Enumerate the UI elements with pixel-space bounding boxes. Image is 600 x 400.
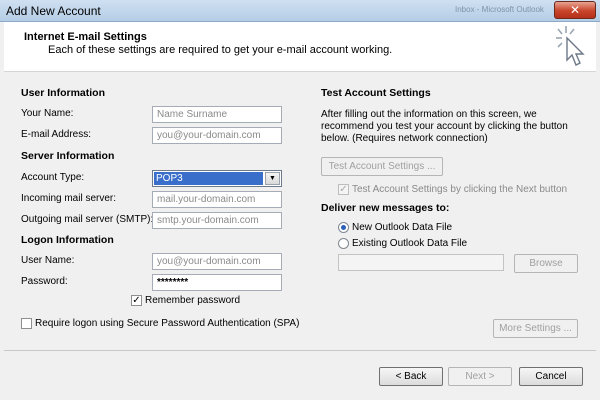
cancel-button[interactable]: Cancel bbox=[519, 367, 583, 386]
existing-data-file-radio[interactable] bbox=[338, 238, 349, 249]
remember-password-checkbox[interactable]: ✓ bbox=[131, 295, 142, 306]
remember-password-label: Remember password bbox=[145, 295, 241, 306]
pointer-click-icon bbox=[556, 26, 585, 66]
account-type-select[interactable]: POP3 ▼ bbox=[152, 170, 282, 187]
user-name-label: User Name: bbox=[21, 255, 75, 266]
outgoing-server-field[interactable]: smtp.your-domain.com bbox=[152, 212, 282, 229]
chevron-down-icon[interactable]: ▼ bbox=[265, 172, 280, 185]
background-window-title: Inbox - Microsoft Outlook bbox=[455, 5, 544, 14]
test-description-line2: recommend you test your account by click… bbox=[321, 121, 568, 132]
test-description-line3: below. (Requires network connection) bbox=[321, 133, 488, 144]
test-settings-heading: Test Account Settings bbox=[321, 87, 431, 99]
test-account-settings-button[interactable]: Test Account Settings ... bbox=[321, 157, 443, 176]
window-title: Add New Account bbox=[6, 4, 101, 18]
incoming-server-field[interactable]: mail.your-domain.com bbox=[152, 191, 282, 208]
server-info-heading: Server Information bbox=[21, 150, 115, 162]
your-name-label: Your Name: bbox=[21, 108, 74, 119]
your-name-field[interactable]: Name Surname bbox=[152, 106, 282, 123]
auto-test-label: Test Account Settings by clicking the Ne… bbox=[352, 184, 568, 195]
dialog-content: User Information Your Name: Name Surname… bbox=[4, 72, 596, 350]
spa-checkbox[interactable] bbox=[21, 318, 32, 329]
next-button[interactable]: Next > bbox=[448, 367, 512, 386]
user-info-heading: User Information bbox=[21, 87, 106, 99]
dialog-footer: < Back Next > Cancel bbox=[4, 350, 596, 396]
browse-button[interactable]: Browse bbox=[514, 254, 578, 273]
header-title: Internet E-mail Settings bbox=[24, 31, 147, 43]
title-bar[interactable]: Add New Account Inbox - Microsoft Outloo… bbox=[0, 0, 600, 22]
header-subtitle: Each of these settings are required to g… bbox=[48, 44, 393, 56]
password-field[interactable]: ******** bbox=[152, 274, 282, 291]
add-account-dialog: Add New Account Inbox - Microsoft Outloo… bbox=[0, 0, 600, 400]
new-data-file-radio[interactable] bbox=[338, 222, 349, 233]
deliver-heading: Deliver new messages to: bbox=[321, 202, 450, 214]
test-description-line1: After filling out the information on thi… bbox=[321, 109, 537, 120]
data-file-path-field[interactable] bbox=[338, 254, 504, 271]
email-address-field[interactable]: you@your-domain.com bbox=[152, 127, 282, 144]
user-name-field[interactable]: you@your-domain.com bbox=[152, 253, 282, 270]
account-type-label: Account Type: bbox=[21, 172, 85, 183]
more-settings-button[interactable]: More Settings ... bbox=[493, 319, 578, 338]
incoming-server-label: Incoming mail server: bbox=[21, 193, 117, 204]
email-address-label: E-mail Address: bbox=[21, 129, 92, 140]
auto-test-checkbox[interactable]: ✓ bbox=[338, 184, 349, 195]
close-button[interactable]: ✕ bbox=[554, 1, 596, 19]
back-button[interactable]: < Back bbox=[379, 367, 443, 386]
existing-data-file-label: Existing Outlook Data File bbox=[352, 238, 468, 249]
new-data-file-label: New Outlook Data File bbox=[352, 222, 453, 233]
radio-selected-dot bbox=[341, 225, 346, 230]
spa-label: Require logon using Secure Password Auth… bbox=[35, 318, 300, 329]
logon-info-heading: Logon Information bbox=[21, 234, 114, 246]
dialog-header: Internet E-mail Settings Each of these s… bbox=[4, 22, 596, 72]
account-type-value: POP3 bbox=[154, 172, 263, 185]
outgoing-server-label: Outgoing mail server (SMTP): bbox=[21, 214, 154, 225]
password-label: Password: bbox=[21, 276, 68, 287]
